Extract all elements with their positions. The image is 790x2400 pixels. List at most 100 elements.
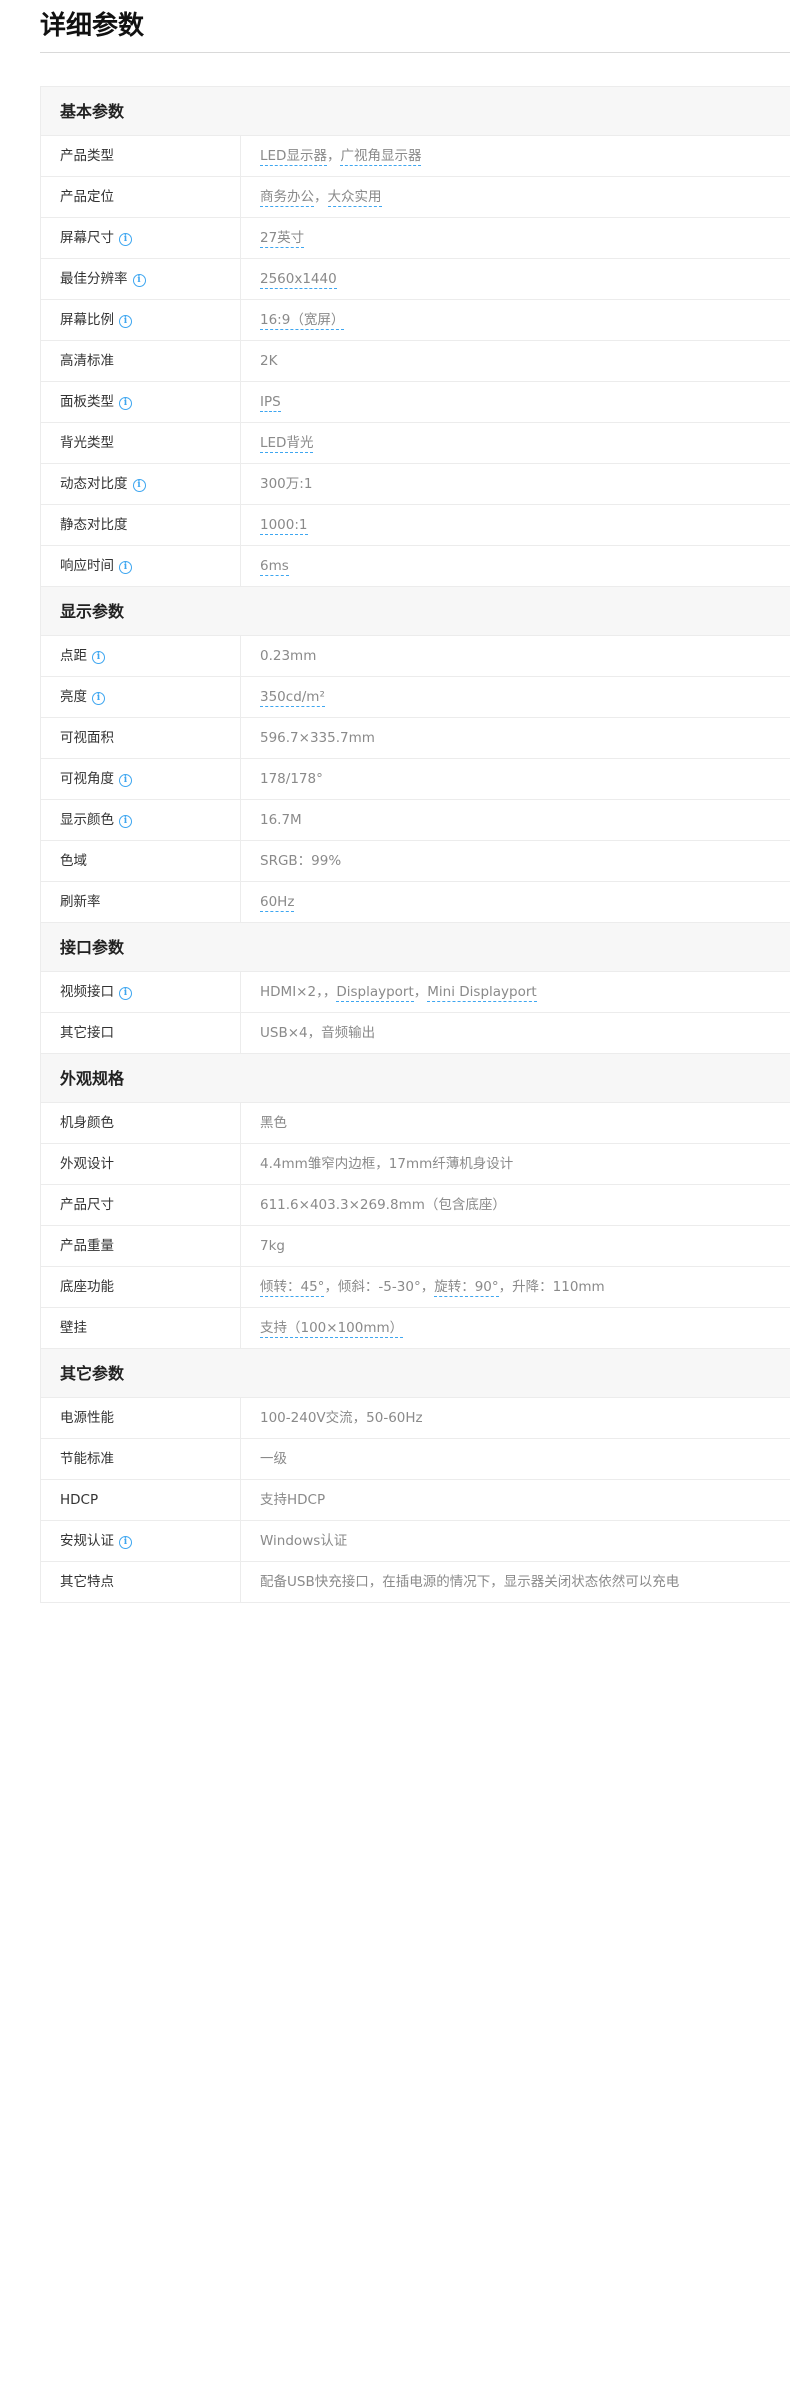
spec-value-link[interactable]: 350cd/m² bbox=[260, 689, 325, 707]
spec-row: 面板类型 i IPS bbox=[41, 382, 790, 423]
spec-value-cell: 100-240V交流，50-60Hz bbox=[241, 1398, 790, 1438]
spec-value-text: USB×4，音频输出 bbox=[260, 1025, 376, 1041]
spec-value-text: ， bbox=[326, 148, 341, 164]
spec-value-text: 4.4mm雏窄内边框，17mm纤薄机身设计 bbox=[260, 1156, 514, 1172]
spec-value-text: ， bbox=[413, 984, 428, 1000]
spec-name-label: 电源性能 bbox=[60, 1410, 114, 1426]
spec-name-label: 静态对比度 bbox=[60, 517, 128, 533]
info-icon[interactable]: i bbox=[132, 274, 146, 287]
spec-value-text: 配备USB快充接口，在插电源的情况下，显示器关闭状态依然可以充电 bbox=[260, 1574, 680, 1590]
spec-name-cell: 底座功能 bbox=[41, 1267, 241, 1307]
spec-value-cell: 60Hz bbox=[241, 882, 790, 922]
spec-value-cell: LED背光 bbox=[241, 423, 790, 463]
spec-name-cell: 产品尺寸 bbox=[41, 1185, 241, 1225]
spec-value-text: 7kg bbox=[260, 1238, 285, 1254]
spec-value-text: ， bbox=[314, 189, 328, 205]
spec-row: 产品尺寸 611.6×403.3×269.8mm（包含底座） bbox=[41, 1185, 790, 1226]
spec-name-cell: 响应时间 i bbox=[41, 546, 241, 586]
spec-row: 可视角度 i 178/178° bbox=[41, 759, 790, 800]
spec-value-link[interactable]: 旋转：90° bbox=[434, 1279, 499, 1297]
spec-row: 电源性能 100-240V交流，50-60Hz bbox=[41, 1398, 790, 1439]
spec-value-link[interactable]: 广视角显示器 bbox=[340, 148, 422, 166]
spec-value-link[interactable]: LED显示器 bbox=[260, 148, 327, 166]
spec-value-cell: 27英寸 bbox=[241, 218, 790, 258]
spec-row: 屏幕尺寸 i 27英寸 bbox=[41, 218, 790, 259]
spec-value-cell: HDMI×2，，Displayport，Mini Displayport bbox=[241, 972, 790, 1012]
spec-value-link[interactable]: Mini Displayport bbox=[427, 984, 537, 1002]
spec-value-cell: 1000:1 bbox=[241, 505, 790, 545]
spec-value-text: ，升降：110mm bbox=[498, 1279, 605, 1295]
section-header: 基本参数 bbox=[41, 87, 790, 136]
spec-name-cell: 屏幕比例 i bbox=[41, 300, 241, 340]
spec-row: 机身颜色 黑色 bbox=[41, 1103, 790, 1144]
spec-name-label: 背光类型 bbox=[60, 435, 114, 451]
spec-value-link[interactable]: 商务办公 bbox=[260, 189, 314, 207]
spec-value-link[interactable]: 16:9（宽屏） bbox=[260, 312, 345, 330]
spec-value-cell: 倾转：45°，倾斜：-5-30°，旋转：90°，升降：110mm bbox=[241, 1267, 790, 1307]
spec-value-link[interactable]: 支持（100×100mm） bbox=[260, 1320, 404, 1338]
spec-value-link[interactable]: 60Hz bbox=[260, 894, 295, 912]
spec-row: 产品重量 7kg bbox=[41, 1226, 790, 1267]
spec-value-text: 16.7M bbox=[260, 812, 302, 828]
spec-value-cell: 300万:1 bbox=[241, 464, 790, 504]
spec-row: 壁挂 支持（100×100mm） bbox=[41, 1308, 790, 1349]
spec-value-link[interactable]: 1000:1 bbox=[260, 517, 308, 535]
spec-value-text: SRGB：99% bbox=[260, 853, 342, 869]
spec-value-cell: 黑色 bbox=[241, 1103, 790, 1143]
spec-value-link[interactable]: 6ms bbox=[260, 558, 289, 576]
info-icon[interactable]: i bbox=[119, 315, 132, 328]
spec-value-cell: IPS bbox=[241, 382, 790, 422]
spec-value-cell: 支持HDCP bbox=[241, 1480, 790, 1520]
spec-name-cell: 高清标准 bbox=[41, 341, 241, 381]
info-icon[interactable]: i bbox=[119, 815, 132, 828]
spec-name-label: 显示颜色 bbox=[60, 812, 114, 828]
spec-value-link[interactable]: IPS bbox=[260, 394, 281, 412]
spec-name-label: 最佳分辨率 bbox=[60, 271, 128, 287]
spec-row: 点距 i 0.23mm bbox=[41, 636, 790, 677]
spec-name-label: 屏幕尺寸 bbox=[60, 230, 114, 246]
spec-name-label: 高清标准 bbox=[60, 353, 114, 369]
page-title: 详细参数 bbox=[40, 11, 145, 41]
spec-name-cell: 可视面积 bbox=[41, 718, 241, 758]
info-icon[interactable]: i bbox=[119, 987, 132, 1000]
info-icon[interactable]: i bbox=[119, 1536, 132, 1549]
info-icon[interactable]: i bbox=[119, 561, 132, 574]
spec-name-cell: 亮度 i bbox=[41, 677, 241, 717]
spec-name-label: 产品重量 bbox=[60, 1238, 114, 1254]
spec-name-label: 可视角度 bbox=[60, 771, 114, 787]
info-icon[interactable]: i bbox=[132, 479, 146, 492]
spec-value-cell: 178/178° bbox=[241, 759, 790, 799]
spec-name-cell: 刷新率 bbox=[41, 882, 241, 922]
info-icon[interactable]: i bbox=[119, 233, 132, 246]
spec-row: 屏幕比例 i 16:9（宽屏） bbox=[41, 300, 790, 341]
info-icon[interactable]: i bbox=[92, 651, 105, 664]
spec-name-label: 点距 bbox=[60, 648, 87, 664]
spec-value-link[interactable]: Displayport bbox=[336, 984, 414, 1002]
info-icon[interactable]: i bbox=[92, 692, 105, 705]
spec-row: 最佳分辨率 i 2560x1440 bbox=[41, 259, 790, 300]
spec-value-link[interactable]: 27英寸 bbox=[260, 230, 305, 248]
spec-value-cell: 7kg bbox=[241, 1226, 790, 1266]
spec-table: 基本参数 产品类型 LED显示器，广视角显示器 产品定位 商务办公，大众实用 屏幕尺寸 i 2… bbox=[40, 86, 790, 1603]
spec-name-label: 刷新率 bbox=[60, 894, 101, 910]
spec-name-cell: 节能标准 bbox=[41, 1439, 241, 1479]
spec-name-label: 动态对比度 bbox=[60, 476, 128, 492]
spec-value-text: 100-240V交流，50-60Hz bbox=[260, 1410, 423, 1426]
spec-row: 高清标准 2K bbox=[41, 341, 790, 382]
spec-value-link[interactable]: 倾转：45° bbox=[260, 1279, 325, 1297]
spec-value-text: 支持HDCP bbox=[260, 1492, 326, 1508]
info-icon[interactable]: i bbox=[119, 774, 132, 787]
spec-name-label: 安规认证 bbox=[60, 1533, 114, 1549]
spec-row: 背光类型 LED背光 bbox=[41, 423, 790, 464]
spec-row: 可视面积 596.7×335.7mm bbox=[41, 718, 790, 759]
section-header: 外观规格 bbox=[41, 1054, 790, 1103]
info-icon[interactable]: i bbox=[119, 397, 132, 410]
spec-value-link[interactable]: LED背光 bbox=[260, 435, 314, 453]
spec-name-cell: 机身颜色 bbox=[41, 1103, 241, 1143]
spec-row: 响应时间 i 6ms bbox=[41, 546, 790, 587]
spec-value-link[interactable]: 大众实用 bbox=[327, 189, 382, 207]
spec-value-cell: 596.7×335.7mm bbox=[241, 718, 790, 758]
spec-value-link[interactable]: 2560x1440 bbox=[260, 271, 337, 289]
spec-row: 节能标准 一级 bbox=[41, 1439, 790, 1480]
spec-name-label: 响应时间 bbox=[60, 558, 114, 574]
